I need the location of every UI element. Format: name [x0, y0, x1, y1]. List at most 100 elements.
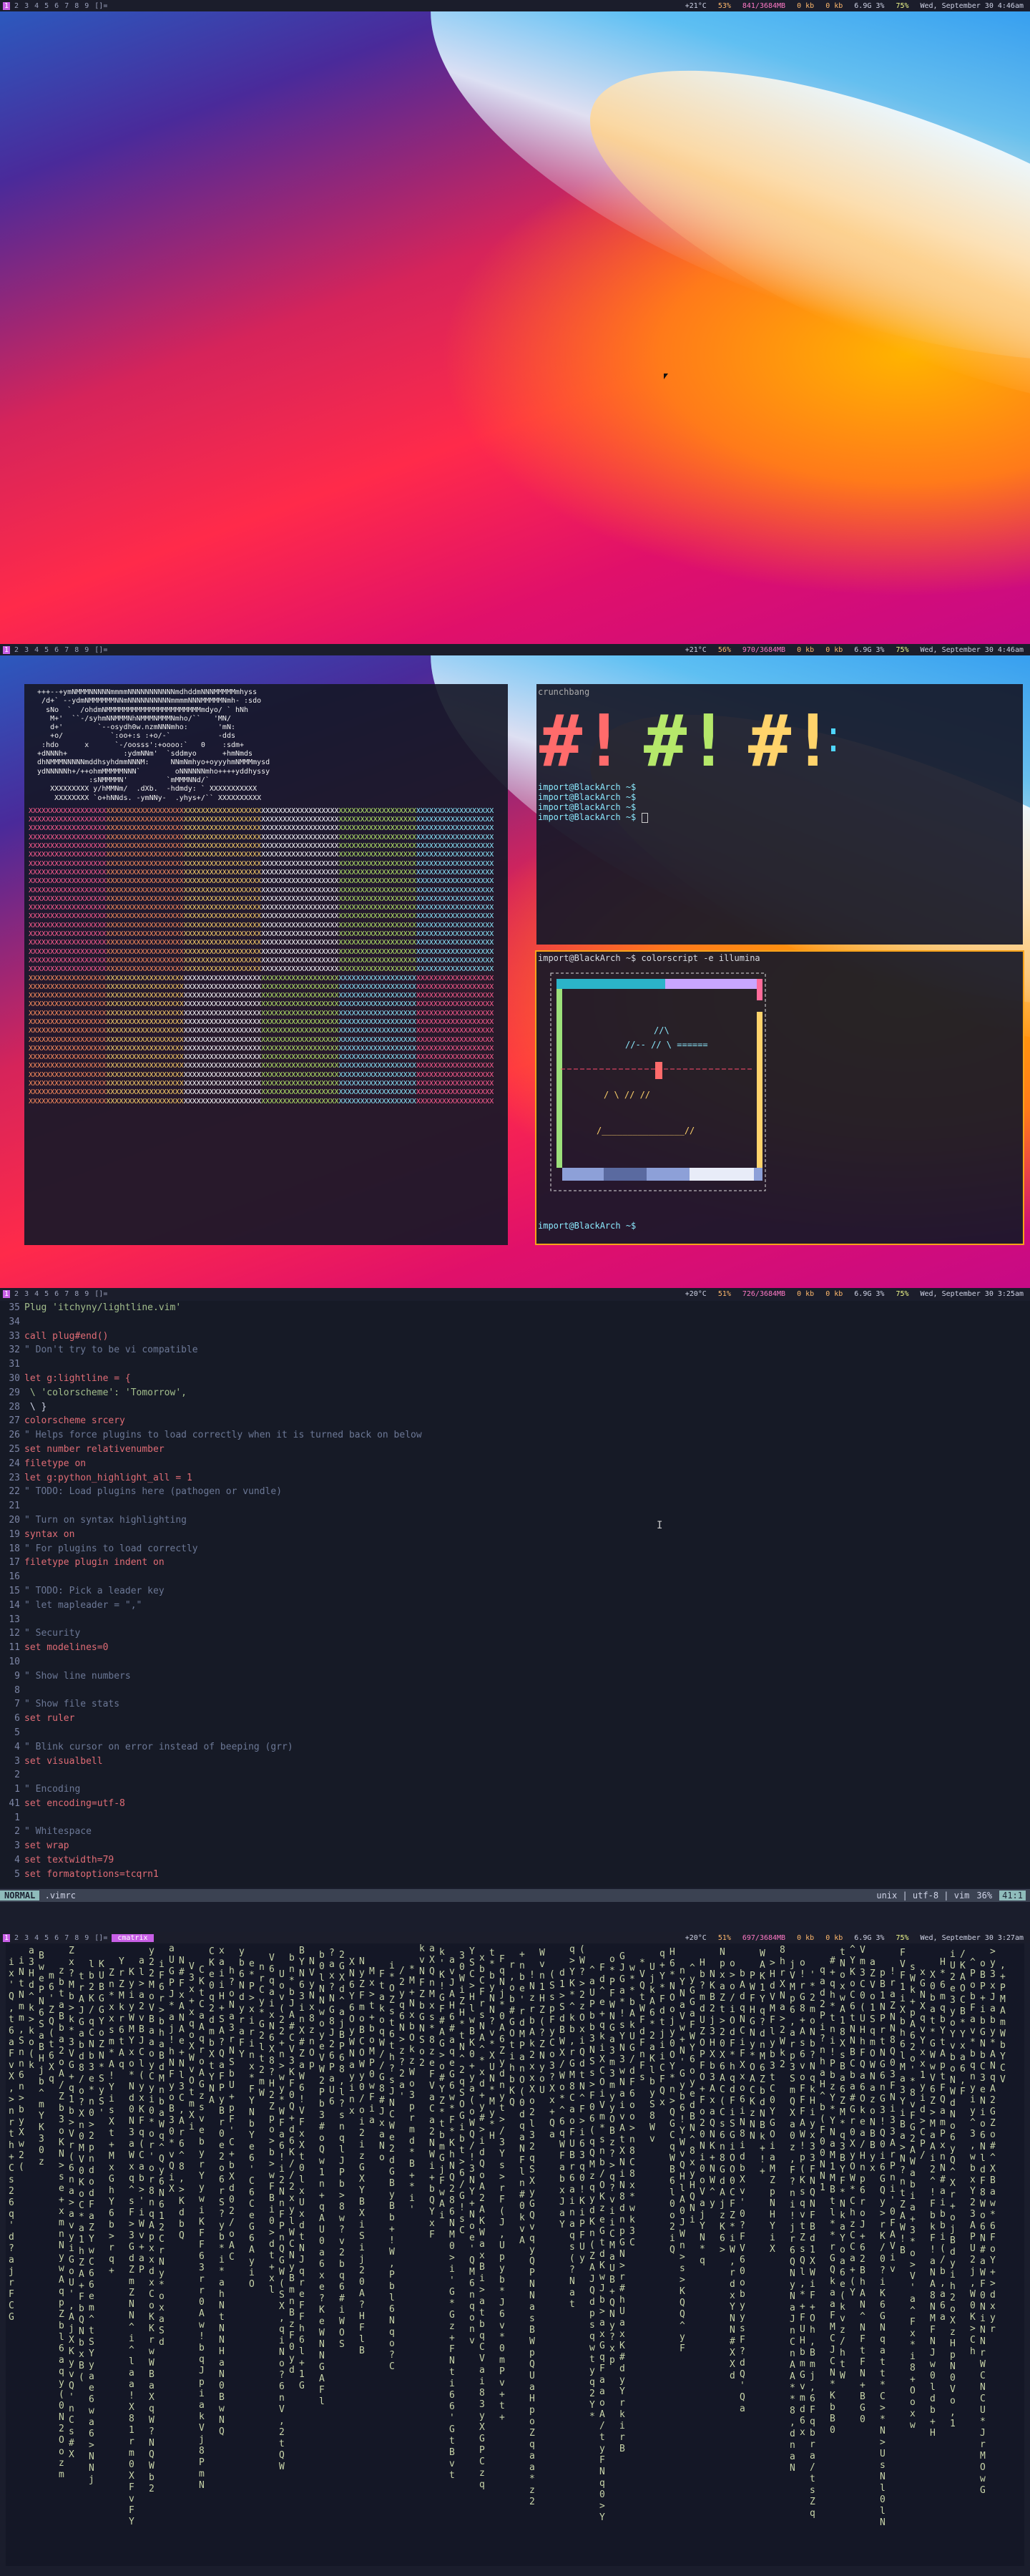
- vim-line[interactable]: 31: [0, 1357, 1030, 1372]
- cmatrix-terminal[interactable]: i x ' Q , t 6 a F v X , > n r t h + C s …: [6, 1943, 1024, 2566]
- vim-line[interactable]: 8: [0, 1684, 1030, 1698]
- vim-line[interactable]: 19 syntax on: [0, 1528, 1030, 1542]
- tag-5[interactable]: 5: [43, 2, 50, 10]
- vim-line[interactable]: 29 \ 'colorscheme': 'Tomorrow',: [0, 1386, 1030, 1400]
- vim-line[interactable]: 10: [0, 1655, 1030, 1669]
- vim-editor[interactable]: 35 Plug 'itchyny/lightline.vim' 34 33 call p…: [0, 1301, 1030, 1888]
- tag-7[interactable]: 7: [63, 1290, 70, 1298]
- tag-7[interactable]: 7: [63, 1934, 70, 1942]
- vim-line[interactable]: 24 filetype on: [0, 1457, 1030, 1471]
- tag-list[interactable]: 1 2 3 4 5 6 7 8 9 []= cmatrix: [0, 1933, 154, 1942]
- vim-line[interactable]: 18 " For plugins to load correctly: [0, 1542, 1030, 1556]
- vim-line[interactable]: 5: [0, 1726, 1030, 1740]
- matrix-column: k ' K ! G F # A G > o # Y Z * t b m G j …: [439, 1947, 445, 2221]
- tag-1[interactable]: 1: [3, 645, 11, 654]
- ascii-art-terminal[interactable]: +++--+ymNMMMNNNNNmmmmNNNNNNNNNNNmdhddmNN…: [24, 684, 508, 1245]
- tag-9[interactable]: 9: [83, 1290, 90, 1298]
- tag-5[interactable]: 5: [43, 646, 50, 654]
- tag-6[interactable]: 6: [53, 1934, 60, 1942]
- crunchbang-terminal[interactable]: crunchbang #! #! #! import@BlackArch ~$ …: [536, 684, 1023, 945]
- tag-7[interactable]: 7: [63, 2, 70, 10]
- tag-4[interactable]: 4: [33, 2, 40, 10]
- vim-line[interactable]: 3 set wrap: [0, 1839, 1030, 1853]
- vim-line[interactable]: 34: [0, 1315, 1030, 1330]
- tag-5[interactable]: 5: [43, 1290, 50, 1298]
- vim-line[interactable]: 1: [0, 1811, 1030, 1825]
- tag-1[interactable]: 1: [3, 1, 11, 10]
- vim-line[interactable]: 7 " Show file stats: [0, 1697, 1030, 1712]
- vim-line[interactable]: 27 colorscheme srcery: [0, 1414, 1030, 1428]
- matrix-column: ^ Y K o C 6 t N N B C b a # G r 0 X y O …: [850, 1944, 855, 2298]
- vim-line[interactable]: 12 " Security: [0, 1626, 1030, 1641]
- layout-indicator[interactable]: []=: [93, 1290, 109, 1298]
- tag-2[interactable]: 2: [13, 1290, 20, 1298]
- vim-line[interactable]: 32 " Don't try to be vi compatible: [0, 1343, 1030, 1357]
- layout-indicator[interactable]: []=: [93, 646, 109, 654]
- matrix-column: ( W ? > 2 z O x i Q d t N ^ F > i 6 3 q …: [579, 1944, 585, 2264]
- tag-2[interactable]: 2: [13, 646, 20, 654]
- tag-3[interactable]: 3: [23, 1290, 30, 1298]
- tag-3[interactable]: 3: [23, 646, 30, 654]
- tag-9[interactable]: 9: [83, 1934, 90, 1942]
- vim-line[interactable]: 13: [0, 1613, 1030, 1627]
- vim-line[interactable]: 2 " Whitespace: [0, 1825, 1030, 1839]
- vim-line[interactable]: 41 set encoding=utf-8: [0, 1797, 1030, 1811]
- illumina-terminal[interactable]: import@BlackArch ~$ colorscript -e illum…: [535, 950, 1024, 1245]
- vim-line[interactable]: 17 filetype plugin indent on: [0, 1556, 1030, 1570]
- vim-line[interactable]: 9 " Show line numbers: [0, 1669, 1030, 1684]
- vim-line[interactable]: 16: [0, 1570, 1030, 1584]
- tag-6[interactable]: 6: [53, 1290, 60, 1298]
- vim-line[interactable]: 35 Plug 'itchyny/lightline.vim': [0, 1301, 1030, 1315]
- line-number: 3: [14, 1755, 20, 1767]
- tag-6[interactable]: 6: [53, 646, 60, 654]
- tag-8[interactable]: 8: [73, 1290, 80, 1298]
- brightness: 51%: [717, 1289, 731, 1298]
- line-number: 4: [14, 1855, 20, 1866]
- vim-line[interactable]: 23 let g:python_highlight_all = 1: [0, 1471, 1030, 1485]
- matrix-column: j V M p 6 , a r p 3 S m Q X a 0 z , F ? …: [790, 1959, 795, 2474]
- tag-3[interactable]: 3: [23, 2, 30, 10]
- tag-7[interactable]: 7: [63, 646, 70, 654]
- vim-line[interactable]: 3 set visualbell: [0, 1755, 1030, 1769]
- tag-list[interactable]: 1 2 3 4 5 6 7 8 9 []=: [0, 1, 109, 10]
- layout-indicator[interactable]: []=: [93, 2, 109, 10]
- vim-line[interactable]: 6 set ruler: [0, 1712, 1030, 1726]
- tag-8[interactable]: 8: [73, 2, 80, 10]
- vim-line[interactable]: 1 " Encoding: [0, 1782, 1030, 1797]
- tag-5[interactable]: 5: [43, 1934, 50, 1942]
- vim-line[interactable]: 11 set modelines=0: [0, 1641, 1030, 1655]
- tag-9[interactable]: 9: [83, 2, 90, 10]
- vim-line[interactable]: 25 set number relativenumber: [0, 1443, 1030, 1457]
- vim-line[interactable]: 20 " Turn on syntax highlighting: [0, 1513, 1030, 1528]
- vim-line[interactable]: 33 call plug#end(): [0, 1330, 1030, 1344]
- tag-list[interactable]: 1 2 3 4 5 6 7 8 9 []=: [0, 1289, 109, 1298]
- tag-2[interactable]: 2: [13, 1934, 20, 1942]
- vim-line[interactable]: 4 set textwidth=79: [0, 1853, 1030, 1868]
- tag-4[interactable]: 4: [33, 646, 40, 654]
- tag-3[interactable]: 3: [23, 1934, 30, 1942]
- tag-1[interactable]: 1: [3, 1289, 11, 1298]
- vim-line[interactable]: 22 " TODO: Load plugins here (pathogen or…: [0, 1485, 1030, 1499]
- tag-6[interactable]: 6: [53, 2, 60, 10]
- vim-line[interactable]: 14 " let mapleader = ",": [0, 1599, 1030, 1613]
- tag-8[interactable]: 8: [73, 646, 80, 654]
- vim-line[interactable]: 26 " Helps force plugins to load correctl…: [0, 1428, 1030, 1443]
- layout-indicator[interactable]: []=: [93, 1934, 109, 1942]
- tag-4[interactable]: 4: [33, 1934, 40, 1942]
- vim-line[interactable]: 2: [0, 1768, 1030, 1782]
- vim-line[interactable]: 15 " TODO: Pick a leader key: [0, 1584, 1030, 1599]
- vim-line[interactable]: 30 let g:lightline = {: [0, 1372, 1030, 1386]
- matrix-column: q a d 2 P i ? n h a H ^ b ( F 0 0 N N 1: [820, 1965, 825, 2193]
- vim-line[interactable]: 5 set formatoptions=tcqrn1: [0, 1868, 1030, 1882]
- tag-9[interactable]: 9: [83, 646, 90, 654]
- line-text: " Turn on syntax highlighting: [24, 1514, 187, 1526]
- tag-1[interactable]: 1: [3, 1933, 11, 1942]
- vim-line[interactable]: 4 " Blink cursor on error instead of beep…: [0, 1740, 1030, 1755]
- vim-line[interactable]: 28 \ }: [0, 1400, 1030, 1415]
- tag-8[interactable]: 8: [73, 1934, 80, 1942]
- tag-2[interactable]: 2: [13, 2, 20, 10]
- tag-4[interactable]: 4: [33, 1290, 40, 1298]
- vim-line[interactable]: 21: [0, 1499, 1030, 1513]
- line-text: " Encoding: [24, 1784, 81, 1795]
- tag-list[interactable]: 1 2 3 4 5 6 7 8 9 []=: [0, 645, 109, 654]
